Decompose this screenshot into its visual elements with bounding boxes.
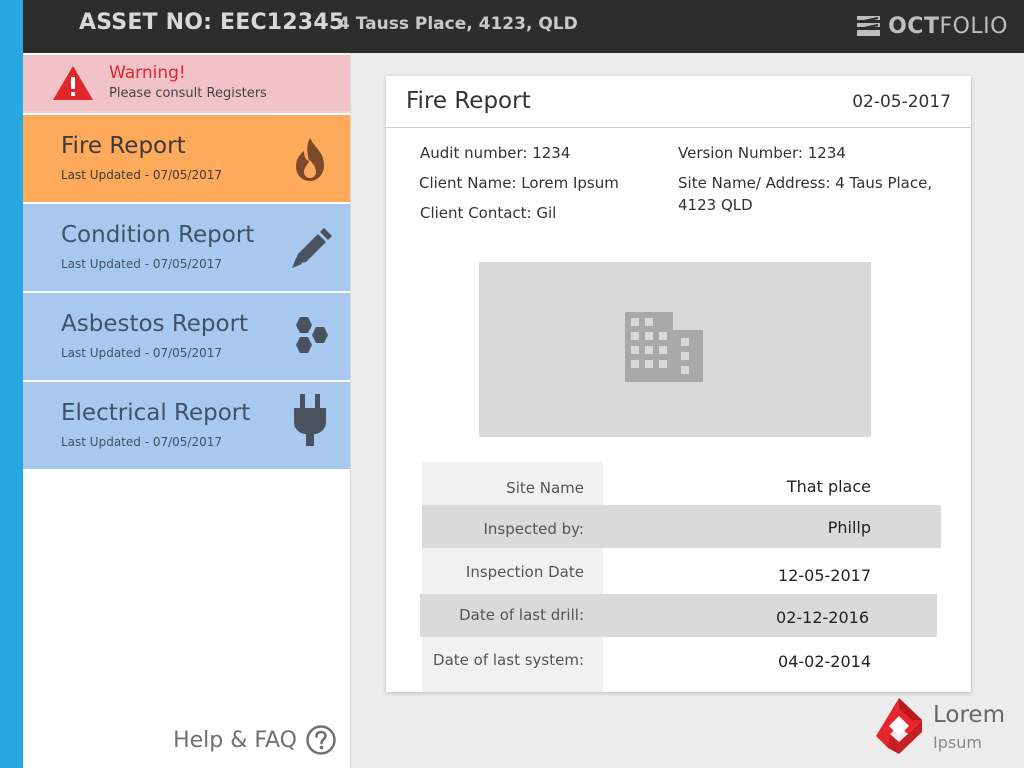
version-number: Version Number: 1234 [678,144,846,162]
row-value: 02-12-2016 [776,608,869,627]
logo-word-ipsum: Ipsum [933,733,982,752]
card-title: Fire Report [406,88,531,114]
sidebar: Warning! Please consult Registers Fire R… [23,53,351,768]
report-card: Fire Report 02-05-2017 Audit number: 123… [386,76,971,692]
octfolio-mark-icon [857,16,881,36]
report-title: Fire Report [61,133,186,159]
lorem-diamond-logo-icon [876,698,922,754]
plug-icon [294,394,326,446]
left-accent-stripe [0,0,23,768]
report-last-updated: Last Updated - 07/05/2017 [61,168,223,182]
row-label: Inspection Date [465,563,584,581]
site-image-placeholder [479,262,871,437]
report-last-updated: Last Updated - 07/05/2017 [61,257,223,271]
question-circle-icon [306,725,336,755]
table-row: Inspected by: Phillp [422,505,941,548]
building-icon [625,312,703,382]
asset-address: 4 Tauss Place, 4123, QLD [338,14,578,34]
help-label: Help & FAQ [173,727,297,753]
warning-subtitle: Please consult Registers [109,86,267,101]
row-value: 04-02-2014 [778,652,871,671]
report-title: Condition Report [61,222,255,248]
report-title: Electrical Report [61,400,251,426]
warning-banner[interactable]: Warning! Please consult Registers [23,55,350,113]
row-label: Date of last system: [433,651,584,669]
top-header: ASSET NO: EEC12345 4 Tauss Place, 4123, … [23,0,1024,53]
report-last-updated: Last Updated - 07/05/2017 [61,346,223,360]
hexagons-icon [296,317,328,353]
asset-number: ASSET NO: EEC12345 [79,10,345,35]
client-contact: Client Contact: Gil [420,204,557,222]
octfolio-logo: OCTFOLIO [855,13,1008,39]
brand-folio: FOLIO [939,13,1008,39]
help-faq-link[interactable]: Help & FAQ [173,724,337,756]
pencil-icon [292,228,332,268]
details-table: Site Name That place Inspected by: Phill… [420,462,941,692]
warning-triangle-icon [53,66,93,100]
row-label: Date of last drill: [459,606,584,624]
table-row: Date of last system: 04-02-2014 [422,637,941,680]
table-row: Site Name That place [422,462,941,505]
audit-number: Audit number: 1234 [420,144,571,162]
report-item-asbestos[interactable]: Asbestos Report Last Updated - 07/05/201… [23,293,350,380]
row-value: 12-05-2017 [778,566,871,585]
table-row: Inspection Date 12-05-2017 [422,548,941,591]
report-last-updated: Last Updated - 07/05/2017 [61,435,223,449]
row-value: Phillp [827,518,871,537]
lorem-ipsum-logo: Lorem Ipsum [874,696,1024,756]
report-item-condition[interactable]: Condition Report Last Updated - 07/05/20… [23,204,350,291]
warning-title: Warning! [109,63,186,83]
card-header: Fire Report 02-05-2017 [386,76,971,128]
logo-word-lorem: Lorem [933,702,1005,728]
card-date: 02-05-2017 [852,92,951,112]
brand-oct: OCT [888,13,940,39]
site-address: Site Name/ Address: 4 Taus Place, 4123 Q… [678,174,933,214]
row-label: Site Name [506,479,584,497]
fire-icon [296,138,324,181]
report-title: Asbestos Report [61,311,249,337]
row-label: Inspected by: [483,520,584,538]
client-name: Client Name: Lorem Ipsum [419,174,619,192]
report-item-electrical[interactable]: Electrical Report Last Updated - 07/05/2… [23,382,350,469]
report-item-fire[interactable]: Fire Report Last Updated - 07/05/2017 [23,115,350,202]
table-row: Date of last drill: 02-12-2016 [420,594,937,637]
row-value: That place [786,477,871,496]
